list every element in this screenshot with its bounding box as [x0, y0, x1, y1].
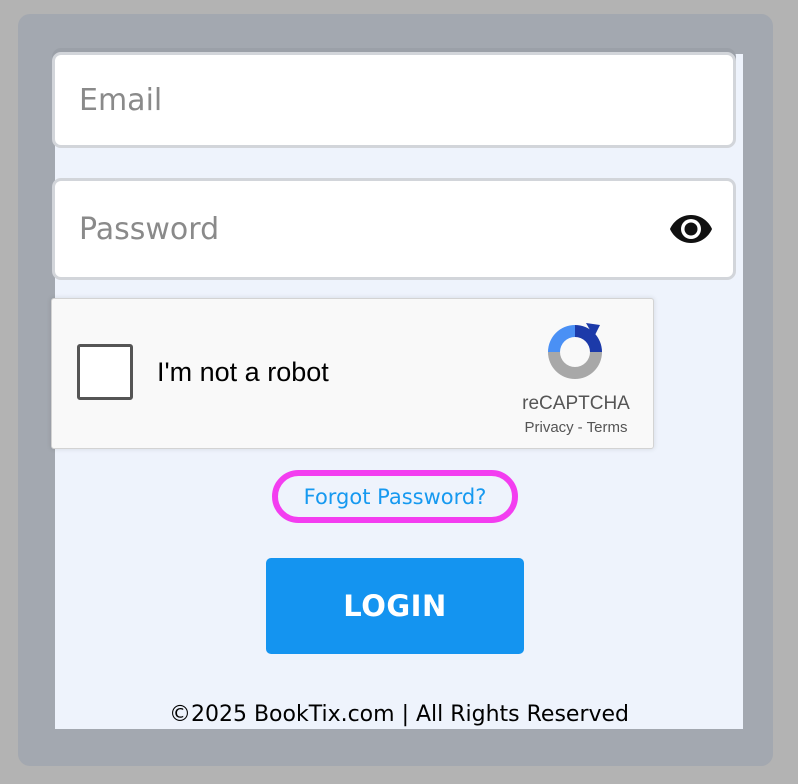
recaptcha-links-separator: -	[577, 419, 583, 436]
recaptcha-logo-icon	[548, 323, 602, 379]
password-field[interactable]	[55, 181, 733, 277]
recaptcha-checkbox[interactable]	[77, 344, 133, 400]
recaptcha-links: Privacy - Terms	[496, 419, 656, 436]
recaptcha-terms-link[interactable]: Terms	[587, 419, 628, 436]
recaptcha-brand: reCAPTCHA	[522, 393, 630, 414]
email-field-container	[52, 52, 736, 148]
recaptcha-widget: I'm not a robot reCAPTCHA Privacy - Terms	[51, 298, 654, 449]
recaptcha-label: I'm not a robot	[157, 357, 329, 387]
eye-icon[interactable]	[669, 211, 713, 247]
login-button[interactable]: LOGIN	[266, 558, 524, 654]
footer-copyright: ©2025 BookTix.com | All Rights Reserved	[168, 702, 630, 727]
password-field-container	[52, 178, 736, 280]
email-field[interactable]	[55, 55, 733, 145]
recaptcha-privacy-link[interactable]: Privacy	[524, 419, 573, 436]
forgot-password-link[interactable]: Forgot Password?	[272, 470, 518, 523]
